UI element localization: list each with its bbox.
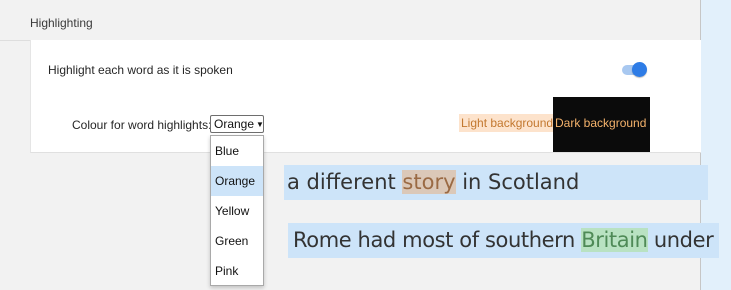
colour-dropdown-list: Blue Orange Yellow Green Pink [210,135,264,286]
settings-window: Highlighting Highlight each word as it i… [0,0,719,290]
highlighted-word: story [402,170,456,194]
highlight-colour-label: Colour for word highlights: [72,118,212,132]
sample-text: under [647,228,714,252]
sample-text-line-1: a different story in Scotland [284,165,708,200]
colour-option-yellow[interactable]: Yellow [211,196,263,226]
dark-background-panel: Dark background [553,97,650,152]
sample-text: a different [287,170,403,194]
toggle-thumb [632,62,647,77]
dark-background-preview: Dark background [555,116,647,130]
sample-text: Rome had most of southern [293,228,582,252]
colour-option-orange[interactable]: Orange [211,166,263,196]
sample-text: in Scotland [455,170,580,194]
section-title: Highlighting [30,16,93,30]
colour-option-green[interactable]: Green [211,226,263,256]
highlight-words-label: Highlight each word as it is spoken [48,63,233,77]
section-header: Highlighting [0,0,700,41]
highlight-colour-select[interactable]: Orange ▼ [210,115,264,133]
dropdown-arrow-icon: ▼ [256,120,264,129]
highlighted-word: Britain [581,228,648,252]
highlight-words-toggle[interactable] [622,62,647,77]
colour-option-pink[interactable]: Pink [211,256,263,286]
light-background-preview: Light background [459,114,556,132]
sample-text-line-2: Rome had most of southern Britain under [288,223,719,258]
select-value: Orange [214,117,255,131]
colour-option-blue[interactable]: Blue [211,136,263,166]
